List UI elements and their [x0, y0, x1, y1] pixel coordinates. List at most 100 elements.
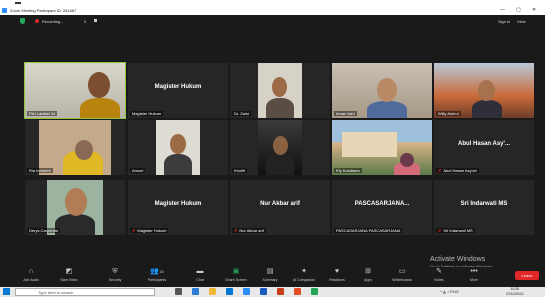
- heart-icon: ♥: [334, 268, 340, 275]
- task-view-icon[interactable]: [175, 288, 182, 295]
- notes-button[interactable]: ✎ Notes: [425, 267, 453, 287]
- participant-tile[interactable]: Khofifi: [230, 120, 330, 175]
- participant-name-label: ✗ Sri Indarwati MS: [436, 228, 475, 233]
- participant-tile[interactable]: Dr. Zaini: [230, 63, 330, 118]
- participant-tile[interactable]: Abul Hasan Asy'... ✗ Abul Hasan Asy'ari: [434, 120, 534, 175]
- participant-head: [65, 188, 87, 216]
- title-bar: Zoom Meeting Participant ID: 281687 — ▢ …: [0, 6, 545, 15]
- participant-name: Khofifi: [232, 168, 248, 173]
- participant-tile[interactable]: Ansori: [128, 120, 228, 175]
- participant-name: Derys Carpentia: [27, 228, 60, 233]
- participant-tile[interactable]: Ria Indraeni: [25, 120, 125, 175]
- participant-body: [55, 214, 95, 235]
- summary-icon: ▤: [266, 268, 274, 275]
- participant-name: Dr. Zaini: [232, 111, 251, 116]
- excel-icon[interactable]: [311, 288, 318, 295]
- participant-tile[interactable]: PASCASARJANA... PASCASARJANA PASCASARJAN…: [332, 180, 432, 235]
- ai-companion-button[interactable]: ✦ AI Companion: [290, 267, 318, 287]
- join-audio-button[interactable]: ∩ Join Audio: [17, 267, 45, 287]
- pause-recording-button[interactable]: II: [84, 19, 86, 24]
- participant-tile[interactable]: Magister Hukum ✗ Magister Hukum: [128, 180, 228, 235]
- taskbar-search-input[interactable]: Type here to search: [15, 288, 155, 296]
- participant-name: Imran Ilahi: [334, 111, 357, 116]
- chat-bubble-icon: ▬: [196, 268, 204, 275]
- apps-button[interactable]: ⊞ Apps: [354, 267, 382, 287]
- more-icon: •••: [470, 268, 478, 275]
- participant-display-name: Magister Hukum: [154, 84, 202, 90]
- close-icon[interactable]: ✕: [532, 7, 536, 13]
- notes-icon: ✎: [436, 268, 442, 275]
- participant-name: Nur Akbar arif: [239, 228, 264, 233]
- participant-display-name: Magister Hukum: [154, 201, 202, 207]
- recording-bar: Recording... II Sign in View: [0, 15, 545, 27]
- more-button[interactable]: ••• More: [460, 267, 488, 287]
- participant-name: Abul Hasan Asy'ari: [443, 168, 477, 173]
- participant-tile[interactable]: Fitri Lahifah 34: [24, 62, 126, 119]
- taskbar-clock[interactable]: 10:26 22/10/2022: [506, 287, 524, 296]
- chat-button[interactable]: ▬ Chat: [186, 267, 214, 287]
- participant-display-name: Sri Indarwati MS: [460, 201, 508, 207]
- record-dot-icon: [35, 19, 39, 23]
- security-button[interactable]: ⛨ Security: [101, 267, 129, 287]
- participants-icon: 👥15: [150, 268, 164, 275]
- video-off-icon: ◩: [65, 268, 73, 275]
- maximize-icon[interactable]: ▢: [516, 7, 521, 13]
- whiteboard-icon: ▭: [398, 268, 406, 275]
- word-icon[interactable]: [260, 288, 267, 295]
- file-explorer-icon[interactable]: [209, 288, 216, 295]
- participants-button[interactable]: 👥15 Participants: [143, 267, 171, 287]
- participant-tile[interactable]: Efy Kusdiana: [332, 120, 432, 175]
- zoom-taskbar-icon[interactable]: [243, 288, 250, 295]
- minimize-icon[interactable]: —: [500, 7, 505, 13]
- leave-button[interactable]: Leave: [515, 271, 539, 280]
- share-screen-icon: ▣: [232, 268, 240, 275]
- participant-name: Ria Indraeni: [27, 168, 53, 173]
- sign-in-link[interactable]: Sign in: [498, 19, 510, 24]
- stop-recording-button[interactable]: [94, 19, 97, 22]
- participant-tile[interactable]: Nur Akbar arif ✗ Nur Akbar arif: [230, 180, 330, 235]
- participant-name: Ansori: [130, 168, 146, 173]
- reactions-button[interactable]: ♥ Reactions: [323, 267, 351, 287]
- participant-head: [478, 80, 495, 101]
- muted-mic-icon: ✗: [234, 228, 238, 233]
- participant-head: [377, 78, 397, 102]
- muted-mic-icon: ✗: [438, 228, 442, 233]
- windows-start-icon[interactable]: [3, 288, 10, 295]
- participant-display-name: Abul Hasan Asy'...: [458, 141, 510, 147]
- whiteboards-button[interactable]: ▭ Whiteboards: [388, 267, 416, 287]
- participant-tile[interactable]: Magister Hukum Magister Hukum: [128, 63, 228, 118]
- participant-name-label: ✗ Magister Hukum: [130, 228, 169, 233]
- dash-mark: [15, 2, 21, 4]
- participant-name: Efy Kusdiana: [334, 168, 362, 173]
- language-indicator[interactable]: ENG: [450, 289, 459, 294]
- start-video-button[interactable]: ◩ Start Video: [55, 267, 83, 287]
- shield-icon: ⛨: [112, 268, 118, 275]
- security-shield-icon: [20, 18, 25, 24]
- participant-tile[interactable]: Imran Ilahi: [332, 63, 432, 118]
- participant-name: Sri Indarwati MS: [443, 228, 473, 233]
- participant-name: PASCASARJANA PASCASARJANA: [334, 228, 403, 233]
- participant-head: [170, 134, 186, 154]
- summary-button[interactable]: ▤ Summary: [256, 267, 284, 287]
- apps-icon: ⊞: [365, 268, 371, 275]
- participant-tile[interactable]: Willy Ashrul: [434, 63, 534, 118]
- participant-body: [367, 101, 407, 118]
- participant-tile[interactable]: Derys Carpentia: [25, 180, 125, 235]
- edge-icon[interactable]: [192, 288, 199, 295]
- participant-name: Magister Hukum: [137, 228, 167, 233]
- participant-name: Willy Ashrul: [436, 111, 461, 116]
- participants-count: 15: [159, 269, 164, 274]
- zoom-logo-icon: [2, 8, 7, 13]
- chrome-icon[interactable]: [294, 288, 301, 295]
- participant-name: Fitri Lahifah 34: [27, 111, 58, 116]
- participant-body: [472, 100, 502, 118]
- powerpoint-icon[interactable]: [277, 288, 284, 295]
- participant-tile[interactable]: Sri Indarwati MS ✗ Sri Indarwati MS: [434, 180, 534, 235]
- share-screen-button[interactable]: ▣ Share Screen: [222, 267, 250, 287]
- participant-head: [272, 77, 287, 97]
- participant-name-label: ✗ Nur Akbar arif: [232, 228, 266, 233]
- view-button[interactable]: View: [517, 19, 526, 24]
- muted-mic-icon: ✗: [438, 168, 442, 173]
- windows-taskbar: Type here to search ^ ◭ ♪ ENG 10:26 22/1…: [0, 287, 545, 297]
- store-icon[interactable]: [226, 288, 233, 295]
